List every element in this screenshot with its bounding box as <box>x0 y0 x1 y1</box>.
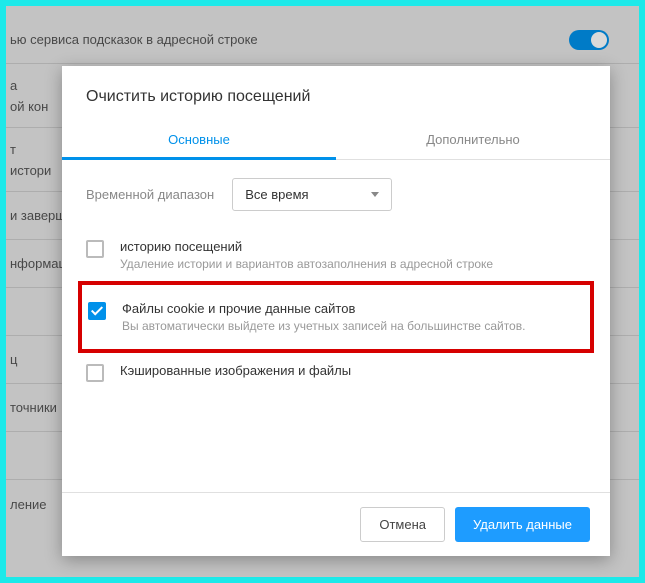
clear-history-dialog: Очистить историю посещений Основные Допо… <box>62 66 610 556</box>
option-subtitle: Удаление истории и вариантов автозаполне… <box>120 257 493 271</box>
tab-basic[interactable]: Основные <box>62 122 336 160</box>
option-cookies[interactable]: Файлы cookie и прочие данные сайтов Вы а… <box>84 291 588 343</box>
bg-setting-text: ц <box>10 352 17 367</box>
option-title: Кэшированные изображения и файлы <box>120 363 351 378</box>
option-title: историю посещений <box>120 239 493 254</box>
bg-setting-text: и заверш <box>10 208 66 223</box>
option-history[interactable]: историю посещений Удаление истории и вар… <box>82 229 590 281</box>
checkbox-cache[interactable] <box>86 364 104 382</box>
option-title: Файлы cookie и прочие данные сайтов <box>122 301 525 316</box>
time-range-value: Все время <box>245 187 308 202</box>
time-range-select[interactable]: Все время <box>232 178 392 211</box>
checkbox-cookies[interactable] <box>88 302 106 320</box>
chevron-down-icon <box>371 192 379 197</box>
toggle-switch[interactable] <box>569 30 609 50</box>
highlight-rectangle: Файлы cookie и прочие данные сайтов Вы а… <box>78 281 594 353</box>
dialog-tabs: Основные Дополнительно <box>62 122 610 160</box>
option-subtitle: Вы автоматически выйдете из учетных запи… <box>122 319 525 333</box>
bg-setting-text: ью сервиса подсказок в адресной строке <box>10 32 258 47</box>
clear-data-button[interactable]: Удалить данные <box>455 507 590 542</box>
bg-setting-text: нформац <box>10 256 66 271</box>
bg-setting-text: ой кон <box>10 99 48 114</box>
bg-setting-text: а <box>10 78 17 93</box>
bg-setting-text: истори <box>10 163 51 178</box>
checkbox-history[interactable] <box>86 240 104 258</box>
bg-setting-text: т <box>10 142 16 157</box>
bg-setting-text: ление <box>10 497 47 512</box>
cancel-button[interactable]: Отмена <box>360 507 445 542</box>
tab-advanced[interactable]: Дополнительно <box>336 122 610 159</box>
option-cache[interactable]: Кэшированные изображения и файлы <box>82 353 590 392</box>
dialog-title: Очистить историю посещений <box>62 66 610 122</box>
bg-setting-text: точники <box>10 400 57 415</box>
time-range-label: Временной диапазон <box>86 187 214 202</box>
